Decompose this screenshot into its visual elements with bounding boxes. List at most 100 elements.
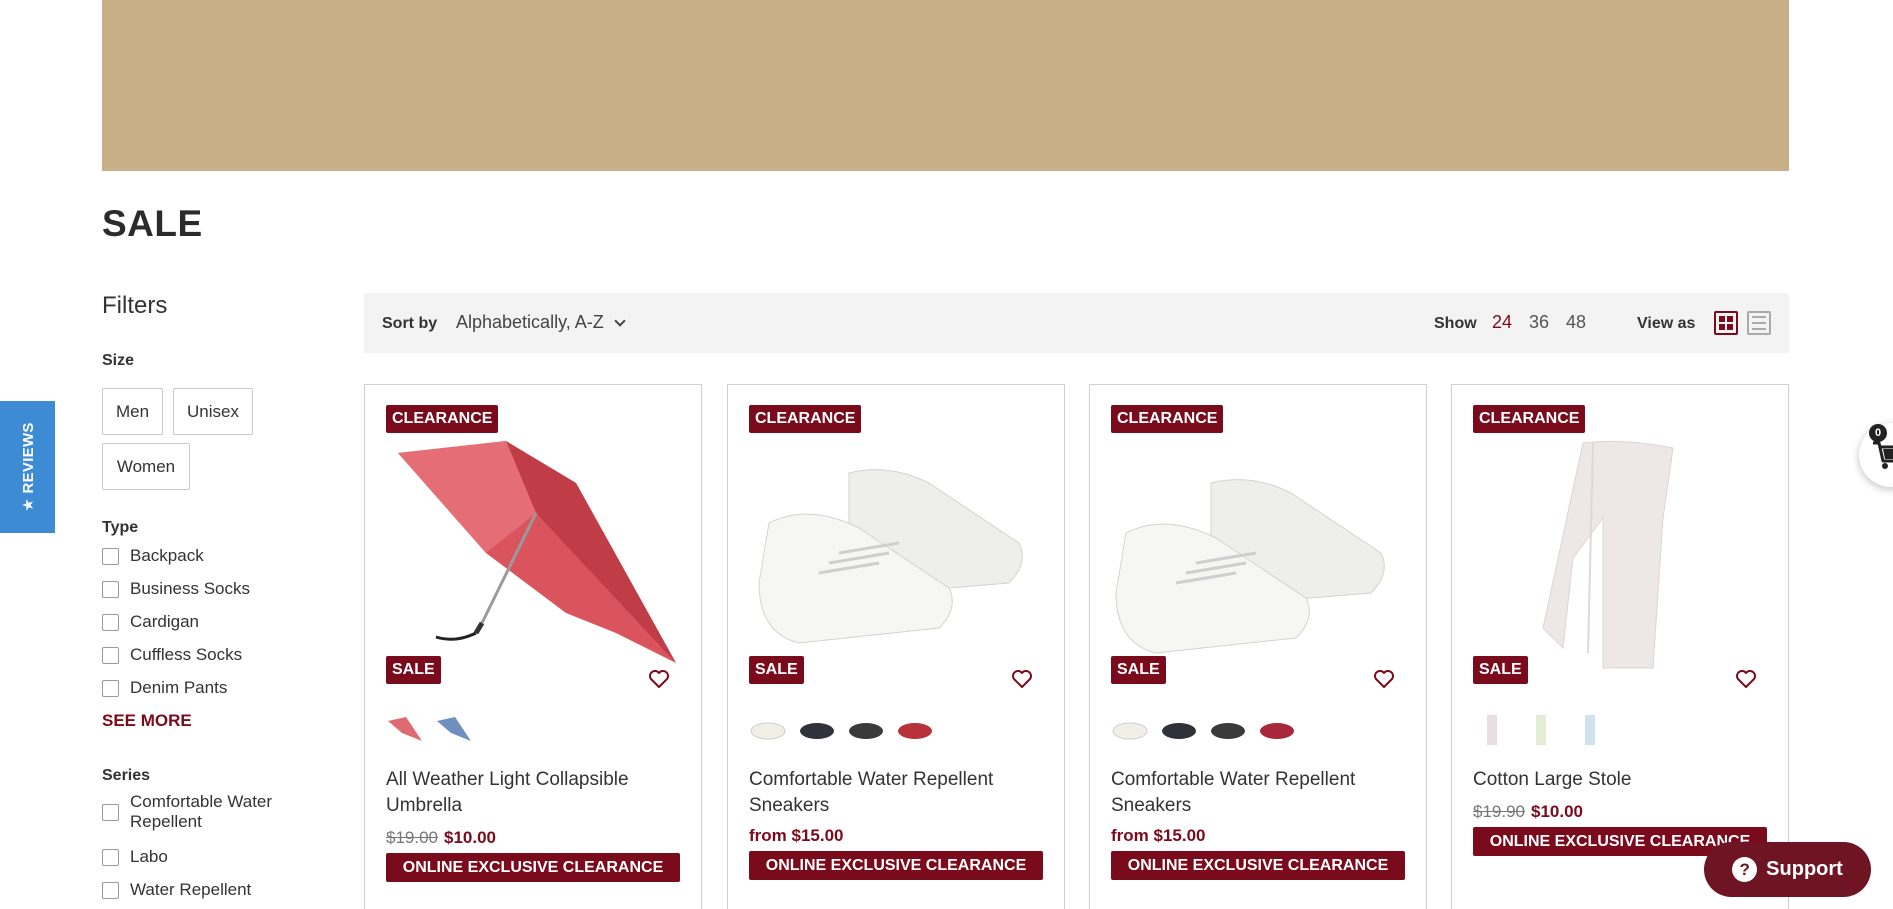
color-swatch[interactable] <box>1209 713 1247 747</box>
product-title[interactable]: All Weather Light Collapsible Umbrella <box>386 767 676 819</box>
color-swatch[interactable] <box>1571 713 1609 747</box>
sale-badge: SALE <box>749 656 804 684</box>
type-option-backpack[interactable]: Backpack <box>102 546 204 566</box>
show-option-24[interactable]: 24 <box>1492 312 1512 333</box>
type-option-denim-pants[interactable]: Denim Pants <box>102 678 227 698</box>
type-option-label: Cardigan <box>130 612 199 631</box>
color-swatch[interactable] <box>1522 713 1560 747</box>
show-option-48[interactable]: 48 <box>1566 312 1586 333</box>
filters-sidebar: Filters Size Men Unisex Women Type Backp… <box>102 292 322 899</box>
sale-price: from $15.00 <box>749 826 844 845</box>
series-option-comfortable-water-repellent[interactable]: Comfortable Water Repellent <box>102 792 300 832</box>
online-exclusive-banner: ONLINE EXCLUSIVE CLEARANCE <box>386 853 680 882</box>
product-image-stole[interactable] <box>1473 433 1767 673</box>
clearance-badge: CLEARANCE <box>386 405 499 433</box>
product-card[interactable]: CLEARANCE SALE Comfortable Water Repelle… <box>727 384 1065 909</box>
clearance-badge: CLEARANCE <box>1111 405 1224 433</box>
product-card[interactable]: CLEARANCE SALE All Weather Light Collaps… <box>364 384 702 909</box>
size-option-women[interactable]: Women <box>102 443 190 490</box>
product-image-sneakers[interactable] <box>749 433 1043 673</box>
compare-price: $19.00 <box>386 828 438 847</box>
price-row: $19.00 $10.00 <box>386 828 496 848</box>
sale-price: from $15.00 <box>1111 826 1206 845</box>
product-card[interactable]: CLEARANCE SALE Comfortable Water Repelle… <box>1089 384 1427 909</box>
product-title[interactable]: Cotton Large Stole <box>1473 767 1763 793</box>
sale-price: $10.00 <box>1531 802 1583 821</box>
show-option-36[interactable]: 36 <box>1529 312 1549 333</box>
show-label: Show <box>1434 315 1477 332</box>
view-as-label: View as <box>1637 315 1696 332</box>
wishlist-heart-icon[interactable] <box>1734 667 1758 691</box>
page-title: SALE <box>102 203 203 244</box>
checkbox[interactable] <box>102 547 119 565</box>
checkbox[interactable] <box>102 679 119 697</box>
clearance-badge: CLEARANCE <box>749 405 862 433</box>
color-swatch[interactable] <box>847 713 885 747</box>
price-row: from $15.00 <box>1111 826 1206 846</box>
series-option-label: Comfortable Water Repellent <box>130 792 273 831</box>
color-swatches <box>749 713 934 747</box>
color-swatch[interactable] <box>798 713 836 747</box>
type-option-label: Cuffless Socks <box>130 645 243 664</box>
type-option-label: Business Socks <box>130 579 250 598</box>
price-row: $19.90 $10.00 <box>1473 802 1583 822</box>
color-swatch[interactable] <box>749 713 787 747</box>
series-option-water-repellent[interactable]: Water Repellent <box>102 880 251 900</box>
grid-view-icon[interactable] <box>1714 311 1738 335</box>
color-swatch[interactable] <box>1111 713 1149 747</box>
reviews-tab-label: ★ REVIEWS <box>19 422 37 512</box>
checkbox[interactable] <box>102 613 119 631</box>
product-title[interactable]: Comfortable Water Repellent Sneakers <box>1111 767 1401 819</box>
sort-value: Alphabetically, A-Z <box>456 312 604 332</box>
type-option-business-socks[interactable]: Business Socks <box>102 579 250 599</box>
type-filter-title: Type <box>102 519 139 536</box>
list-view-icon[interactable] <box>1747 311 1771 335</box>
cart-count-badge: 0 <box>1869 424 1887 442</box>
wishlist-heart-icon[interactable] <box>1372 667 1396 691</box>
clearance-badge: CLEARANCE <box>1473 405 1586 433</box>
color-swatches <box>386 713 473 747</box>
color-swatch[interactable] <box>435 713 473 747</box>
filters-title: Filters <box>102 292 168 319</box>
product-title[interactable]: Comfortable Water Repellent Sneakers <box>749 767 1039 819</box>
color-swatch[interactable] <box>896 713 934 747</box>
see-more-link[interactable]: SEE MORE <box>102 711 192 731</box>
sale-badge: SALE <box>1473 656 1528 684</box>
size-option-unisex[interactable]: Unisex <box>173 388 253 435</box>
checkbox[interactable] <box>102 881 119 899</box>
checkbox[interactable] <box>102 580 119 598</box>
color-swatch[interactable] <box>1160 713 1198 747</box>
cart-icon <box>1873 441 1893 469</box>
size-option-men[interactable]: Men <box>102 388 163 435</box>
sort-select[interactable]: Alphabetically, A-Z <box>456 312 626 333</box>
online-exclusive-banner: ONLINE EXCLUSIVE CLEARANCE <box>1111 851 1405 880</box>
collection-toolbar: Sort by Alphabetically, A-Z Show 24 36 4… <box>364 293 1789 353</box>
series-option-labo[interactable]: Labo <box>102 847 168 867</box>
type-option-cuffless-socks[interactable]: Cuffless Socks <box>102 645 242 665</box>
color-swatches <box>1473 713 1609 747</box>
checkbox[interactable] <box>102 803 119 821</box>
color-swatches <box>1111 713 1296 747</box>
sale-badge: SALE <box>386 656 441 684</box>
color-swatch[interactable] <box>386 713 424 747</box>
chevron-down-icon <box>614 314 626 327</box>
product-card[interactable]: CLEARANCE SALE Cotton Large Stole $19.90… <box>1451 384 1789 909</box>
support-label: Support <box>1766 858 1843 880</box>
reviews-tab[interactable]: ★ REVIEWS <box>0 401 55 533</box>
product-image-sneakers[interactable] <box>1111 433 1405 673</box>
support-button[interactable]: ? Support <box>1704 842 1871 897</box>
type-option-cardigan[interactable]: Cardigan <box>102 612 199 632</box>
wishlist-heart-icon[interactable] <box>1010 667 1034 691</box>
color-swatch[interactable] <box>1258 713 1296 747</box>
color-swatch[interactable] <box>1473 713 1511 747</box>
price-row: from $15.00 <box>749 826 844 846</box>
sort-label: Sort by <box>382 315 438 332</box>
product-image-umbrella[interactable] <box>386 433 680 673</box>
online-exclusive-banner: ONLINE EXCLUSIVE CLEARANCE <box>749 851 1043 880</box>
size-filter-title: Size <box>102 352 135 369</box>
wishlist-heart-icon[interactable] <box>647 667 671 691</box>
compare-price: $19.90 <box>1473 802 1525 821</box>
checkbox[interactable] <box>102 646 119 664</box>
checkbox[interactable] <box>102 848 119 866</box>
sale-badge: SALE <box>1111 656 1166 684</box>
